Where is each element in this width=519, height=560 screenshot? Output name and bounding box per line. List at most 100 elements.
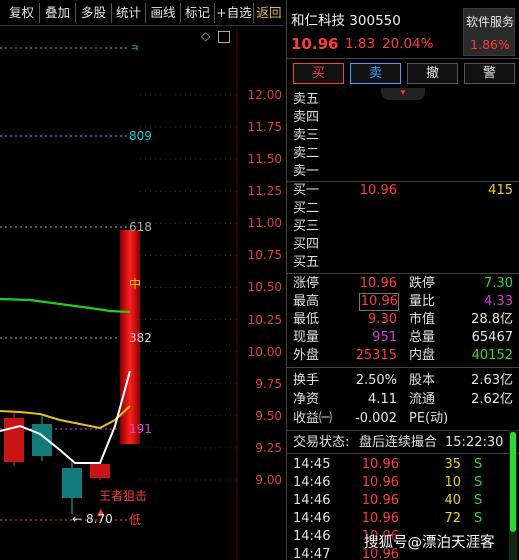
- stat-row: 净资 4.11 流通 2.62亿: [293, 392, 513, 407]
- fuquan-button[interactable]: 复权: [4, 3, 40, 23]
- tick-price: 10.96: [361, 511, 399, 526]
- low-arrow-icon: ←: [72, 512, 83, 526]
- bid-row: 买三: [293, 219, 320, 234]
- total-volume-value: 65467: [471, 330, 513, 345]
- tick-side: S: [474, 475, 483, 490]
- candle-3: [62, 461, 82, 514]
- tick-side: S: [474, 457, 483, 472]
- limit-down-value: 7.30: [484, 276, 513, 291]
- bid-price: 10.96: [359, 183, 397, 198]
- tick-row: 14:46 10.96 10 S: [287, 474, 519, 492]
- price-axis-label: 10.00: [247, 344, 282, 359]
- back-button[interactable]: 返回: [254, 3, 284, 23]
- price-axis-label: 11.50: [247, 152, 282, 167]
- tick-time: 14:46: [293, 493, 331, 508]
- price-grid: [140, 94, 237, 481]
- ask-row: 卖二: [293, 146, 320, 161]
- fib-label-191: 191: [129, 422, 152, 436]
- ask-row: 卖四: [293, 110, 320, 125]
- stat-row: 涨停 10.96 跌停 7.30: [293, 276, 513, 291]
- stat-row: 换手 2.50% 股本 2.63亿: [293, 373, 513, 388]
- add-watchlist-button[interactable]: +自选: [215, 3, 254, 23]
- wangzhe-annotation: 王者狙击: [99, 489, 148, 503]
- bid-row: 买四: [293, 237, 320, 252]
- bid-row: 买五: [293, 255, 320, 270]
- inner-volume-value: 40152: [471, 348, 513, 363]
- low-tag: 低: [129, 513, 142, 527]
- chart-toolbar: 复权 叠加 多股 统计 画线 标记 +自选 返回: [0, 0, 284, 26]
- limit-up-value: 10.96: [359, 276, 397, 291]
- stat-row: 最高 10.96 量比 4.33: [293, 293, 513, 311]
- tick-volume: 10: [444, 475, 461, 490]
- eps-value: -0.002: [355, 411, 397, 426]
- price-axis-label: 9.25: [255, 440, 282, 455]
- last-price: 10.96: [291, 35, 339, 53]
- net-assets-value: 4.11: [368, 392, 397, 407]
- statistics-button[interactable]: 统计: [112, 3, 146, 23]
- stock-name: 和仁科技: [291, 13, 345, 29]
- cancel-order-button[interactable]: 撤: [407, 63, 458, 84]
- stat-row: 外盘 25315 内盘 40152: [293, 348, 513, 363]
- fib-label-618: 618: [129, 220, 152, 234]
- stat-row: 收益㈠ -0.002 PE(动): [293, 411, 449, 426]
- sector-badge[interactable]: 软件服务 1.86%: [463, 8, 515, 56]
- price-axis-label: 9.00: [255, 472, 282, 487]
- tick-row: 14:46 10.96 72 S: [287, 510, 519, 528]
- overlay-button[interactable]: 叠加: [40, 3, 76, 23]
- current-volume-value: 951: [372, 330, 397, 345]
- price-axis-label: 12.00: [247, 88, 282, 102]
- candle-1: [4, 411, 24, 466]
- low-value: 9.30: [368, 312, 397, 327]
- mark-button[interactable]: 标记: [181, 3, 215, 23]
- multi-stock-button[interactable]: 多股: [76, 3, 112, 23]
- stock-code: 300550: [349, 13, 401, 29]
- tick-time: 14:45: [293, 457, 331, 472]
- watermark: 搜狐号@漂泊天涯客: [364, 535, 495, 551]
- divider: [287, 453, 519, 454]
- tick-time: 14:47: [293, 547, 331, 560]
- outer-volume-value: 25315: [355, 348, 397, 363]
- market-cap-value: 28.8亿: [471, 312, 513, 327]
- candle-2: [32, 416, 52, 461]
- price-axis-label: 10.50: [247, 280, 282, 295]
- price-axis-label: 9.50: [255, 408, 282, 423]
- tick-scrollbar-thumb[interactable]: [510, 432, 516, 532]
- volume-ratio-value: 4.33: [484, 294, 513, 309]
- divider: [287, 273, 519, 274]
- chart-canvas: [0, 26, 238, 560]
- tick-time: 14:46: [293, 475, 331, 490]
- tick-side: S: [474, 511, 483, 526]
- tick-price: 10.96: [361, 457, 399, 472]
- tick-volume: 35: [444, 457, 461, 472]
- turnover-value: 2.50%: [355, 373, 397, 388]
- stock-title: 和仁科技 300550: [291, 9, 401, 29]
- divider: [287, 58, 519, 59]
- trade-status-row: 交易状态: 盘后连续撮合 15:22:30: [293, 435, 504, 450]
- ask-row: 卖一: [293, 164, 320, 179]
- kline-chart[interactable]: ◇ 12.00 11.75 11.50 11.25 11.00 10.75 10…: [0, 26, 286, 560]
- price-axis-label: 11.75: [247, 120, 282, 135]
- alert-button[interactable]: 警: [464, 63, 515, 84]
- price-axis-label: 10.75: [247, 248, 282, 263]
- bid-row: 买一 10.96 415: [293, 183, 513, 198]
- tick-side: S: [474, 493, 483, 508]
- candle-4: [90, 462, 110, 480]
- sector-pct: 1.86%: [470, 37, 510, 52]
- quote-panel: 和仁科技 300550 10.96 1.83 20.04% 软件服务 1.86%…: [286, 0, 519, 560]
- fib-label-top: ㅋ: [130, 44, 140, 55]
- tick-time: 14:46: [293, 529, 331, 544]
- high-value: 10.96: [359, 293, 399, 311]
- bid-volume: 415: [488, 183, 513, 198]
- buy-button[interactable]: 买: [293, 63, 344, 84]
- price-change-pct: 20.04%: [382, 36, 434, 52]
- draw-line-button[interactable]: 画线: [146, 3, 181, 23]
- fib-label-809: 809: [129, 129, 152, 143]
- sector-name: 软件服务: [465, 15, 514, 29]
- low-price-annotation: 8.70: [86, 512, 113, 526]
- share-capital-value: 2.63亿: [471, 373, 513, 388]
- fib-label-mid: 中: [129, 277, 142, 291]
- bid-row: 买二: [293, 201, 320, 216]
- fib-label-382: 382: [129, 331, 152, 345]
- tick-price: 10.96: [361, 475, 399, 490]
- sell-button[interactable]: 卖: [350, 63, 401, 84]
